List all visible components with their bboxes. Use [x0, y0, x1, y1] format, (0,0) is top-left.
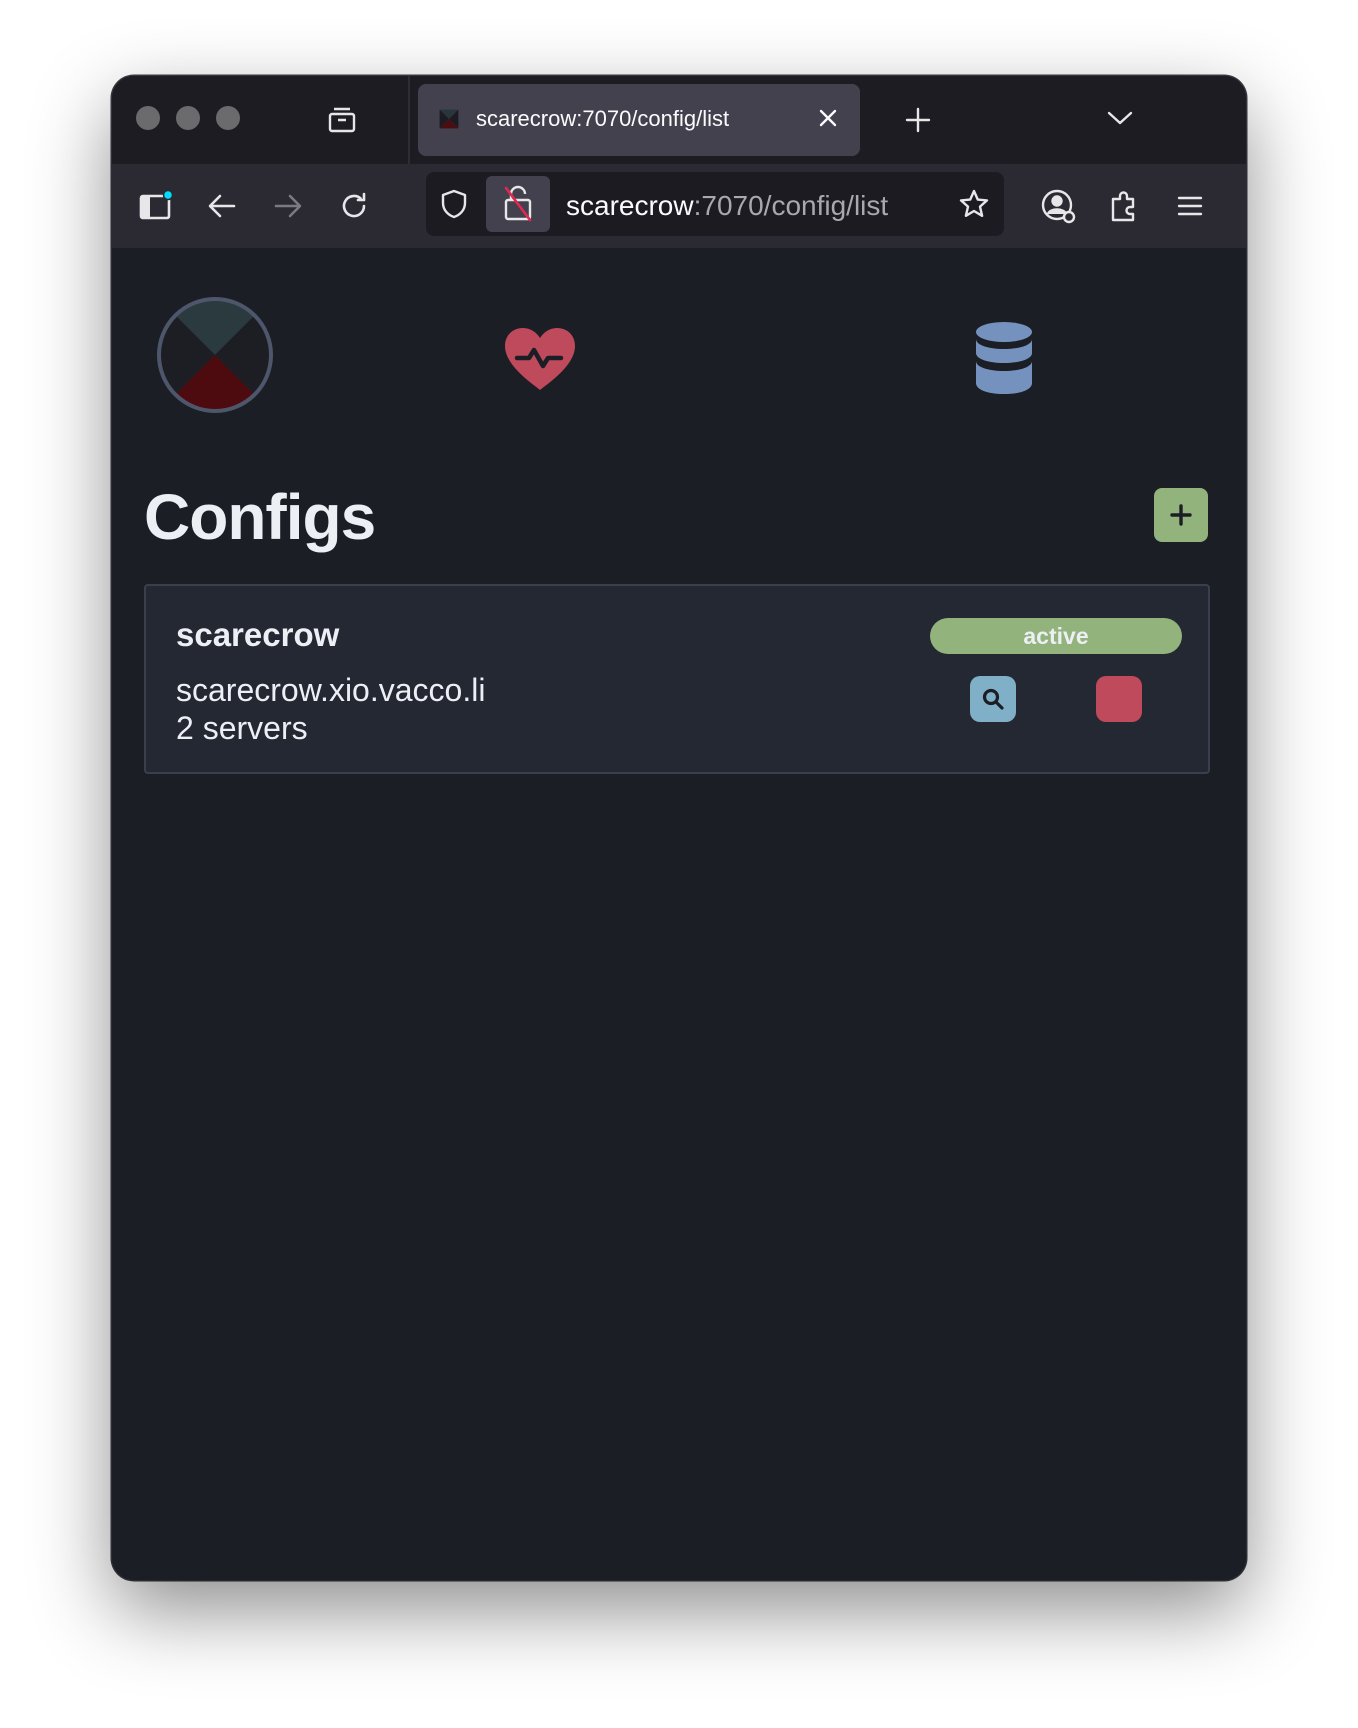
config-card: scarecrow scarecrow.xio.vacco.li 2 serve… — [144, 584, 1210, 774]
navigation-bar: scarecrow:7070/config/list — [112, 164, 1246, 249]
config-server-count: 2 servers — [176, 710, 308, 746]
new-tab-button[interactable] — [900, 102, 936, 138]
page-title: Configs — [144, 481, 376, 553]
shield-icon — [441, 189, 467, 219]
reload-icon — [342, 192, 366, 218]
site-security-button[interactable] — [486, 176, 550, 232]
database-icon — [976, 322, 1032, 394]
arrow-left-icon — [208, 194, 236, 218]
url-host: scarecrow — [566, 190, 694, 221]
sidebar-icon — [139, 190, 174, 220]
close-window-button[interactable] — [136, 106, 160, 130]
health-link[interactable] — [502, 324, 578, 394]
list-all-tabs-button[interactable] — [1102, 100, 1138, 136]
window-controls — [136, 106, 240, 130]
plus-icon — [1170, 504, 1192, 526]
star-icon — [959, 189, 989, 217]
app-menu-button[interactable] — [1170, 186, 1210, 226]
tracking-protection-button[interactable] — [436, 186, 472, 222]
puzzle-piece-icon — [1111, 191, 1135, 222]
config-host: scarecrow.xio.vacco.li — [176, 672, 486, 708]
hamburger-menu-icon — [1177, 196, 1203, 216]
bookmark-button[interactable] — [956, 186, 992, 222]
back-button[interactable] — [202, 186, 242, 226]
url-path: :7070/config/list — [693, 190, 889, 221]
delete-config-button[interactable] — [1096, 676, 1142, 722]
browser-window: scarecrow:7070/config/list scarecrow:707… — [112, 76, 1246, 1580]
view-config-button[interactable] — [970, 676, 1016, 722]
archive-icon — [328, 107, 356, 133]
tab-groups-button[interactable] — [322, 100, 362, 140]
tab-close-button[interactable] — [812, 102, 844, 134]
status-badge: active — [930, 618, 1182, 654]
tab-title: scarecrow:7070/config/list — [476, 106, 730, 131]
forward-button[interactable] — [268, 186, 308, 226]
home-logo-link[interactable] — [156, 296, 274, 414]
insecure-lock-icon — [504, 185, 532, 222]
tab-separator — [408, 76, 410, 164]
extensions-button[interactable] — [1104, 186, 1144, 226]
minimize-window-button[interactable] — [176, 106, 200, 130]
chevron-down-icon — [1107, 111, 1133, 125]
add-config-button[interactable] — [1154, 488, 1208, 542]
maximize-window-button[interactable] — [216, 106, 240, 130]
storage-link[interactable] — [972, 320, 1036, 396]
tab-favicon-icon — [436, 106, 462, 132]
tab-active[interactable]: scarecrow:7070/config/list — [418, 84, 860, 156]
url-bar[interactable]: scarecrow:7070/config/list — [426, 172, 1004, 236]
reload-button[interactable] — [334, 186, 374, 226]
page-content: Configs scarecrow scarecrow.xio.vacco.li… — [112, 248, 1246, 1580]
close-icon — [819, 109, 837, 127]
search-icon — [982, 688, 1004, 710]
sidebar-button[interactable] — [136, 186, 176, 226]
scarecrow-logo-icon — [157, 297, 273, 413]
account-button[interactable] — [1038, 186, 1080, 228]
heart-pulse-icon — [505, 328, 575, 390]
arrow-right-icon — [274, 194, 302, 218]
account-icon — [1041, 189, 1076, 224]
url-text[interactable]: scarecrow:7070/config/list — [566, 190, 888, 222]
tab-strip: scarecrow:7070/config/list — [112, 76, 1246, 164]
plus-icon — [905, 107, 931, 133]
config-name: scarecrow — [176, 616, 340, 653]
